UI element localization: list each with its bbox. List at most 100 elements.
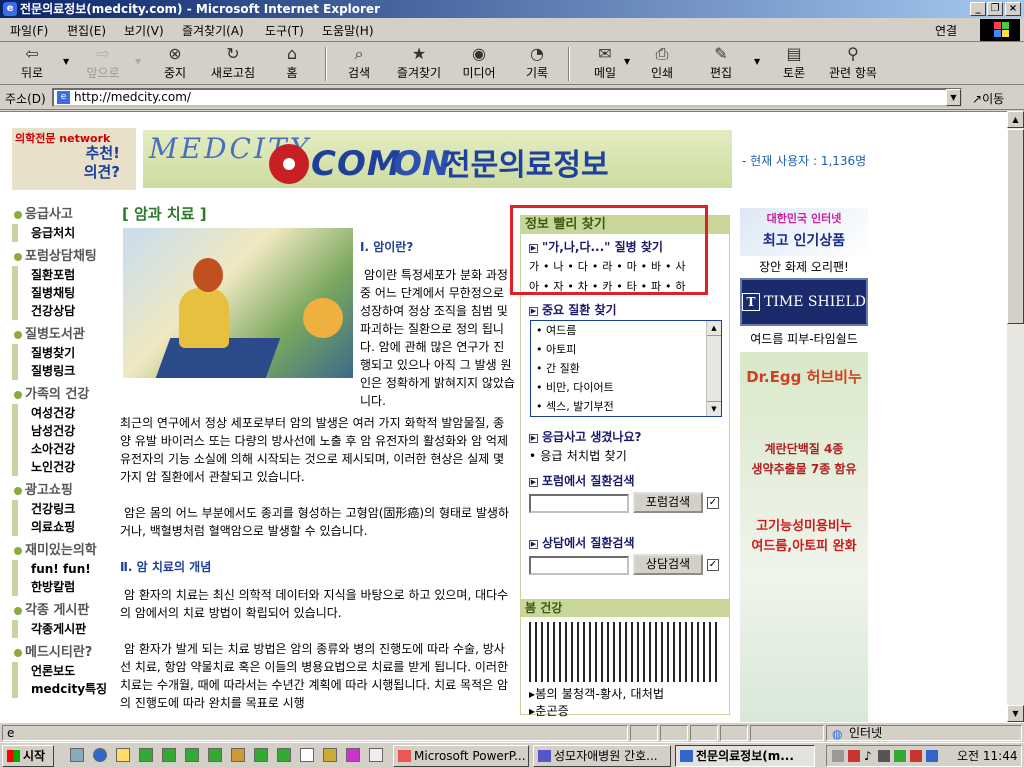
forum-checkbox[interactable]: ✓: [707, 497, 719, 509]
listbox-scrollbar[interactable]: ▲ ▼: [706, 321, 721, 416]
disease-item[interactable]: • 섹스, 발기부전: [531, 397, 721, 416]
emergency-link[interactable]: • 응급 처치법 찾기: [529, 447, 627, 464]
go-button[interactable]: ↗이동: [972, 90, 1004, 107]
menu-help[interactable]: 도움말(H): [322, 22, 374, 39]
nav-item[interactable]: 각종게시판: [12, 620, 110, 638]
menu-favorites[interactable]: 즐겨찾기(A): [182, 22, 244, 39]
disease-listbox[interactable]: • 여드름 • 아토피 • 간 질환 • 비만, 다이어트 • 섹스, 발기부전…: [530, 320, 722, 417]
menu-edit[interactable]: 편집(E): [67, 22, 106, 39]
app-icon[interactable]: [231, 748, 245, 762]
ad1-caption[interactable]: 장안 화제 오리팬!: [739, 258, 869, 275]
edit-button[interactable]: ✎ 편집: [706, 45, 736, 81]
excel-icon[interactable]: [139, 748, 153, 762]
back-dropdown-icon[interactable]: ▼: [63, 57, 69, 66]
nav-head[interactable]: 광고쇼핑: [12, 482, 110, 500]
menu-tools[interactable]: 도구(T): [265, 22, 304, 39]
menu-view[interactable]: 보기(V): [124, 22, 164, 39]
forum-search-input[interactable]: [529, 494, 629, 513]
menu-file[interactable]: 파일(F): [10, 22, 48, 39]
scroll-down-icon[interactable]: ▼: [1007, 705, 1024, 722]
nav-item[interactable]: 한방칼럼: [12, 578, 110, 596]
edit-dropdown-icon[interactable]: ▼: [754, 57, 760, 66]
nav-item[interactable]: 의료쇼핑: [12, 518, 110, 536]
address-input[interactable]: e http://medcity.com/: [52, 88, 962, 107]
ad2-caption[interactable]: 여드름 피부-타임쉴드: [739, 330, 869, 347]
page-scrollbar[interactable]: ▲ ▼: [1007, 111, 1024, 722]
ie-quicklaunch-icon[interactable]: [93, 748, 107, 762]
internet-product-ad[interactable]: 대한민국 인터넷 최고 인기상품: [740, 208, 868, 256]
clock[interactable]: 오전 11:44: [957, 746, 1017, 766]
nav-item[interactable]: 소아건강: [12, 440, 110, 458]
disease-item[interactable]: • 여드름: [531, 321, 721, 340]
forum-search-button[interactable]: 포럼검색: [633, 492, 703, 513]
nav-item[interactable]: 노인건강: [12, 458, 110, 476]
nav-head[interactable]: 재미있는의학: [12, 542, 110, 560]
excel-icon[interactable]: [277, 748, 291, 762]
task-powerpoint[interactable]: Microsoft PowerP...: [393, 745, 529, 767]
disease-item[interactable]: • 비만, 다이어트: [531, 378, 721, 397]
nav-head[interactable]: 각종 게시판: [12, 602, 110, 620]
consult-search-input[interactable]: [529, 556, 629, 575]
favorites-button[interactable]: ★ 즐겨찾기: [393, 45, 445, 81]
excel-icon[interactable]: [254, 748, 268, 762]
nav-item[interactable]: 건강상담: [12, 302, 110, 320]
forward-button[interactable]: ⇨ 앞으로: [83, 45, 123, 81]
excel-icon[interactable]: [162, 748, 176, 762]
tray-app-icon[interactable]: [832, 750, 844, 762]
nav-item[interactable]: 언론보도: [12, 662, 110, 680]
desktop-icon[interactable]: [70, 748, 84, 762]
spring-link-1[interactable]: ▸봄의 불청객-황사, 대처법: [529, 685, 664, 702]
herb-soap-ad[interactable]: Dr.Egg 허브비누 계란단백질 4종 생약추출물 7종 함유 고기능성미용비…: [740, 352, 868, 722]
nav-item[interactable]: 건강링크: [12, 500, 110, 518]
spring-link-2[interactable]: ▸춘곤증: [529, 702, 569, 719]
nav-item[interactable]: 질병채팅: [12, 284, 110, 302]
nav-head[interactable]: 질병도서관: [12, 326, 110, 344]
tray-app-icon[interactable]: [894, 750, 906, 762]
media-button[interactable]: ◉ 미디어: [459, 45, 499, 81]
history-button[interactable]: ◔ 기록: [522, 45, 552, 81]
nav-item[interactable]: 질병링크: [12, 362, 110, 380]
close-button[interactable]: ×: [1005, 2, 1021, 16]
time-shield-ad[interactable]: T TIME SHIELD: [740, 278, 868, 326]
app-icon[interactable]: [346, 748, 360, 762]
nav-head[interactable]: 가족의 건강: [12, 386, 110, 404]
speaker-icon[interactable]: ♪: [864, 746, 872, 766]
address-dropdown-icon[interactable]: ▼: [946, 89, 961, 106]
scroll-thumb[interactable]: [1007, 129, 1024, 324]
app-icon[interactable]: [369, 748, 383, 762]
disease-item[interactable]: • 아토피: [531, 340, 721, 359]
media-player-icon[interactable]: [323, 748, 337, 762]
nav-head[interactable]: 메드시티란?: [12, 644, 110, 662]
site-banner[interactable]: MEDCITY COM ON 전문의료정보: [143, 130, 732, 188]
start-button[interactable]: 시작: [2, 745, 54, 767]
restore-button[interactable]: ❐: [987, 2, 1003, 16]
nav-item[interactable]: 여성건강: [12, 404, 110, 422]
forward-dropdown-icon[interactable]: ▼: [135, 57, 141, 66]
refresh-button[interactable]: ↻ 새로고침: [207, 45, 259, 81]
print-button[interactable]: ⎙ 인쇄: [647, 45, 677, 81]
related-button[interactable]: ⚲ 관련 항목: [825, 45, 881, 81]
menu-connect[interactable]: 연결: [935, 22, 957, 39]
consult-checkbox[interactable]: ✓: [707, 559, 719, 571]
back-button[interactable]: ⇦ 뒤로: [14, 45, 50, 81]
task-document[interactable]: 성모자애병원 간호...: [533, 745, 671, 767]
mail-dropdown-icon[interactable]: ▼: [624, 57, 630, 66]
tray-app-icon[interactable]: [910, 750, 922, 762]
tray-app-icon[interactable]: [878, 750, 890, 762]
tray-app-icon[interactable]: [926, 750, 938, 762]
stop-button[interactable]: ⊗ 중지: [160, 45, 190, 81]
recommend-box[interactable]: 의학전문 network 추천! 의견?: [12, 128, 136, 190]
scroll-up-icon[interactable]: ▲: [707, 321, 721, 336]
minimize-button[interactable]: _: [970, 2, 986, 16]
task-ie[interactable]: 전문의료정보(m...: [675, 745, 815, 767]
home-button[interactable]: ⌂ 홈: [279, 45, 305, 81]
nav-item[interactable]: fun! fun!: [12, 560, 110, 578]
search-button[interactable]: ⌕ 검색: [344, 45, 374, 81]
nav-item[interactable]: 응급처치: [12, 224, 110, 242]
outlook-icon[interactable]: [116, 748, 130, 762]
nav-item[interactable]: 질환포럼: [12, 266, 110, 284]
nav-item[interactable]: 질병찾기: [12, 344, 110, 362]
nav-item[interactable]: medcity특징: [12, 680, 110, 698]
excel-icon[interactable]: [185, 748, 199, 762]
nav-head[interactable]: 응급사고: [12, 206, 110, 224]
